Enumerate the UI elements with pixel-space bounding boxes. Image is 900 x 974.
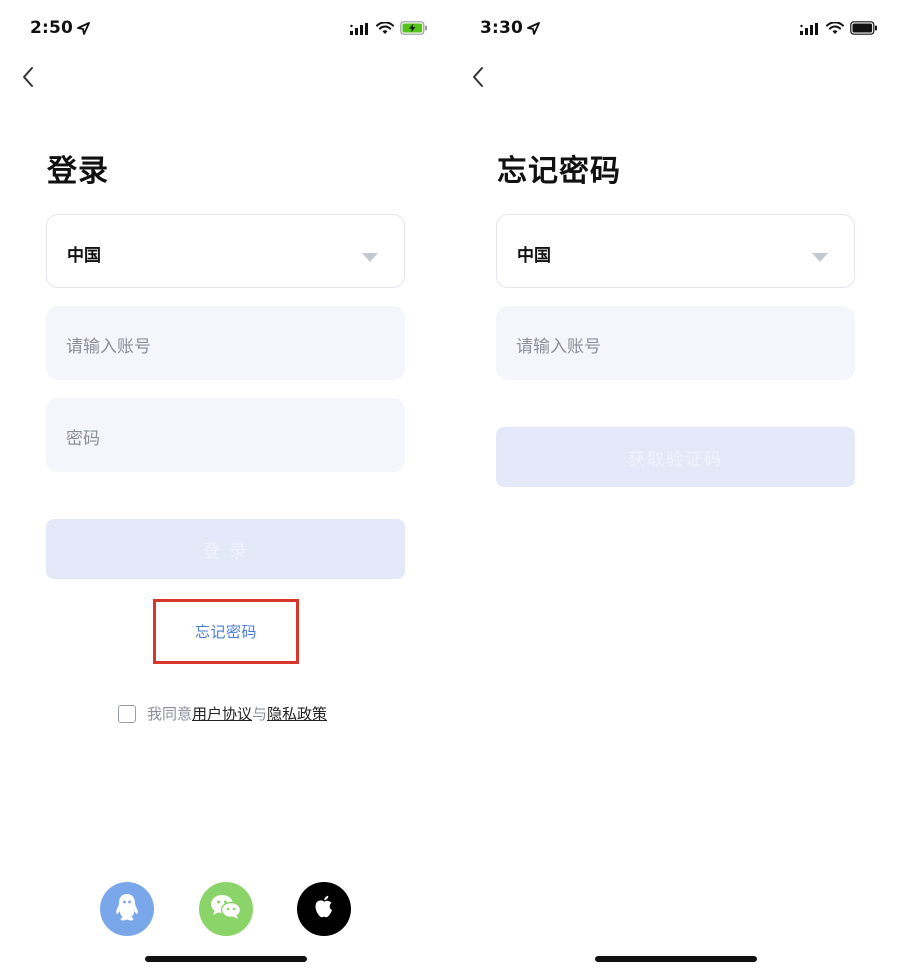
- apple-icon: [312, 893, 336, 925]
- password-input[interactable]: 密码: [46, 398, 405, 472]
- status-time: 2:50: [30, 18, 74, 38]
- get-code-button-label: 获取验证码: [628, 449, 723, 470]
- country-select[interactable]: 中国: [46, 214, 405, 288]
- battery-icon: [850, 20, 878, 39]
- user-agreement-link[interactable]: 用户协议: [192, 703, 252, 724]
- status-time: 3:30: [480, 18, 524, 38]
- back-button[interactable]: [464, 64, 492, 94]
- forgot-password-screen: 3:30 忘记密码 中国 请输入账号 获取验证码: [450, 0, 900, 974]
- page-title: 忘记密码: [497, 154, 621, 189]
- login-button[interactable]: 登 录: [46, 519, 405, 579]
- back-button[interactable]: [14, 64, 42, 94]
- signal-icon: [800, 20, 820, 39]
- wifi-icon: [376, 20, 394, 39]
- agreement-checkbox[interactable]: [118, 704, 136, 723]
- status-bar: 3:30: [450, 0, 900, 56]
- home-indicator: [595, 956, 757, 962]
- privacy-policy-link[interactable]: 隐私政策: [267, 703, 327, 724]
- country-select[interactable]: 中国: [496, 214, 855, 288]
- caret-down-icon: [812, 247, 828, 266]
- forgot-password-link[interactable]: 忘记密码: [153, 599, 299, 664]
- agreement-row: 我同意 用户协议 与 隐私政策: [118, 703, 327, 724]
- location-icon: [77, 20, 90, 40]
- qq-login-button[interactable]: [100, 882, 154, 936]
- agreement-prefix: 我同意: [147, 705, 193, 723]
- status-bar: 2:50: [0, 0, 450, 56]
- apple-login-button[interactable]: [297, 882, 351, 936]
- battery-charging-icon: [400, 20, 428, 39]
- account-input[interactable]: 请输入账号: [46, 306, 405, 380]
- wifi-icon: [826, 20, 844, 39]
- home-indicator: [145, 956, 307, 962]
- location-icon: [527, 20, 540, 40]
- country-select-value: 中国: [517, 246, 551, 266]
- wechat-login-button[interactable]: [199, 882, 253, 936]
- chevron-left-icon: [471, 66, 485, 92]
- login-screen: 2:50 登录 中国 请输入账号 密码 登 录 忘记密码 我同意 用户协议 与 …: [0, 0, 450, 974]
- caret-down-icon: [362, 247, 378, 266]
- get-code-button[interactable]: 获取验证码: [496, 427, 855, 487]
- forgot-password-label: 忘记密码: [194, 623, 257, 641]
- agreement-conjunction: 与: [252, 705, 268, 723]
- wechat-icon: [209, 893, 243, 925]
- account-input-placeholder: 请输入账号: [516, 337, 601, 357]
- login-button-label: 登 录: [202, 541, 249, 562]
- chevron-left-icon: [21, 66, 35, 92]
- country-select-value: 中国: [67, 246, 101, 266]
- signal-icon: [350, 20, 370, 39]
- password-input-placeholder: 密码: [66, 429, 100, 449]
- account-input-placeholder: 请输入账号: [66, 337, 151, 357]
- account-input[interactable]: 请输入账号: [496, 306, 855, 380]
- page-title: 登录: [47, 154, 109, 189]
- qq-icon: [114, 892, 140, 926]
